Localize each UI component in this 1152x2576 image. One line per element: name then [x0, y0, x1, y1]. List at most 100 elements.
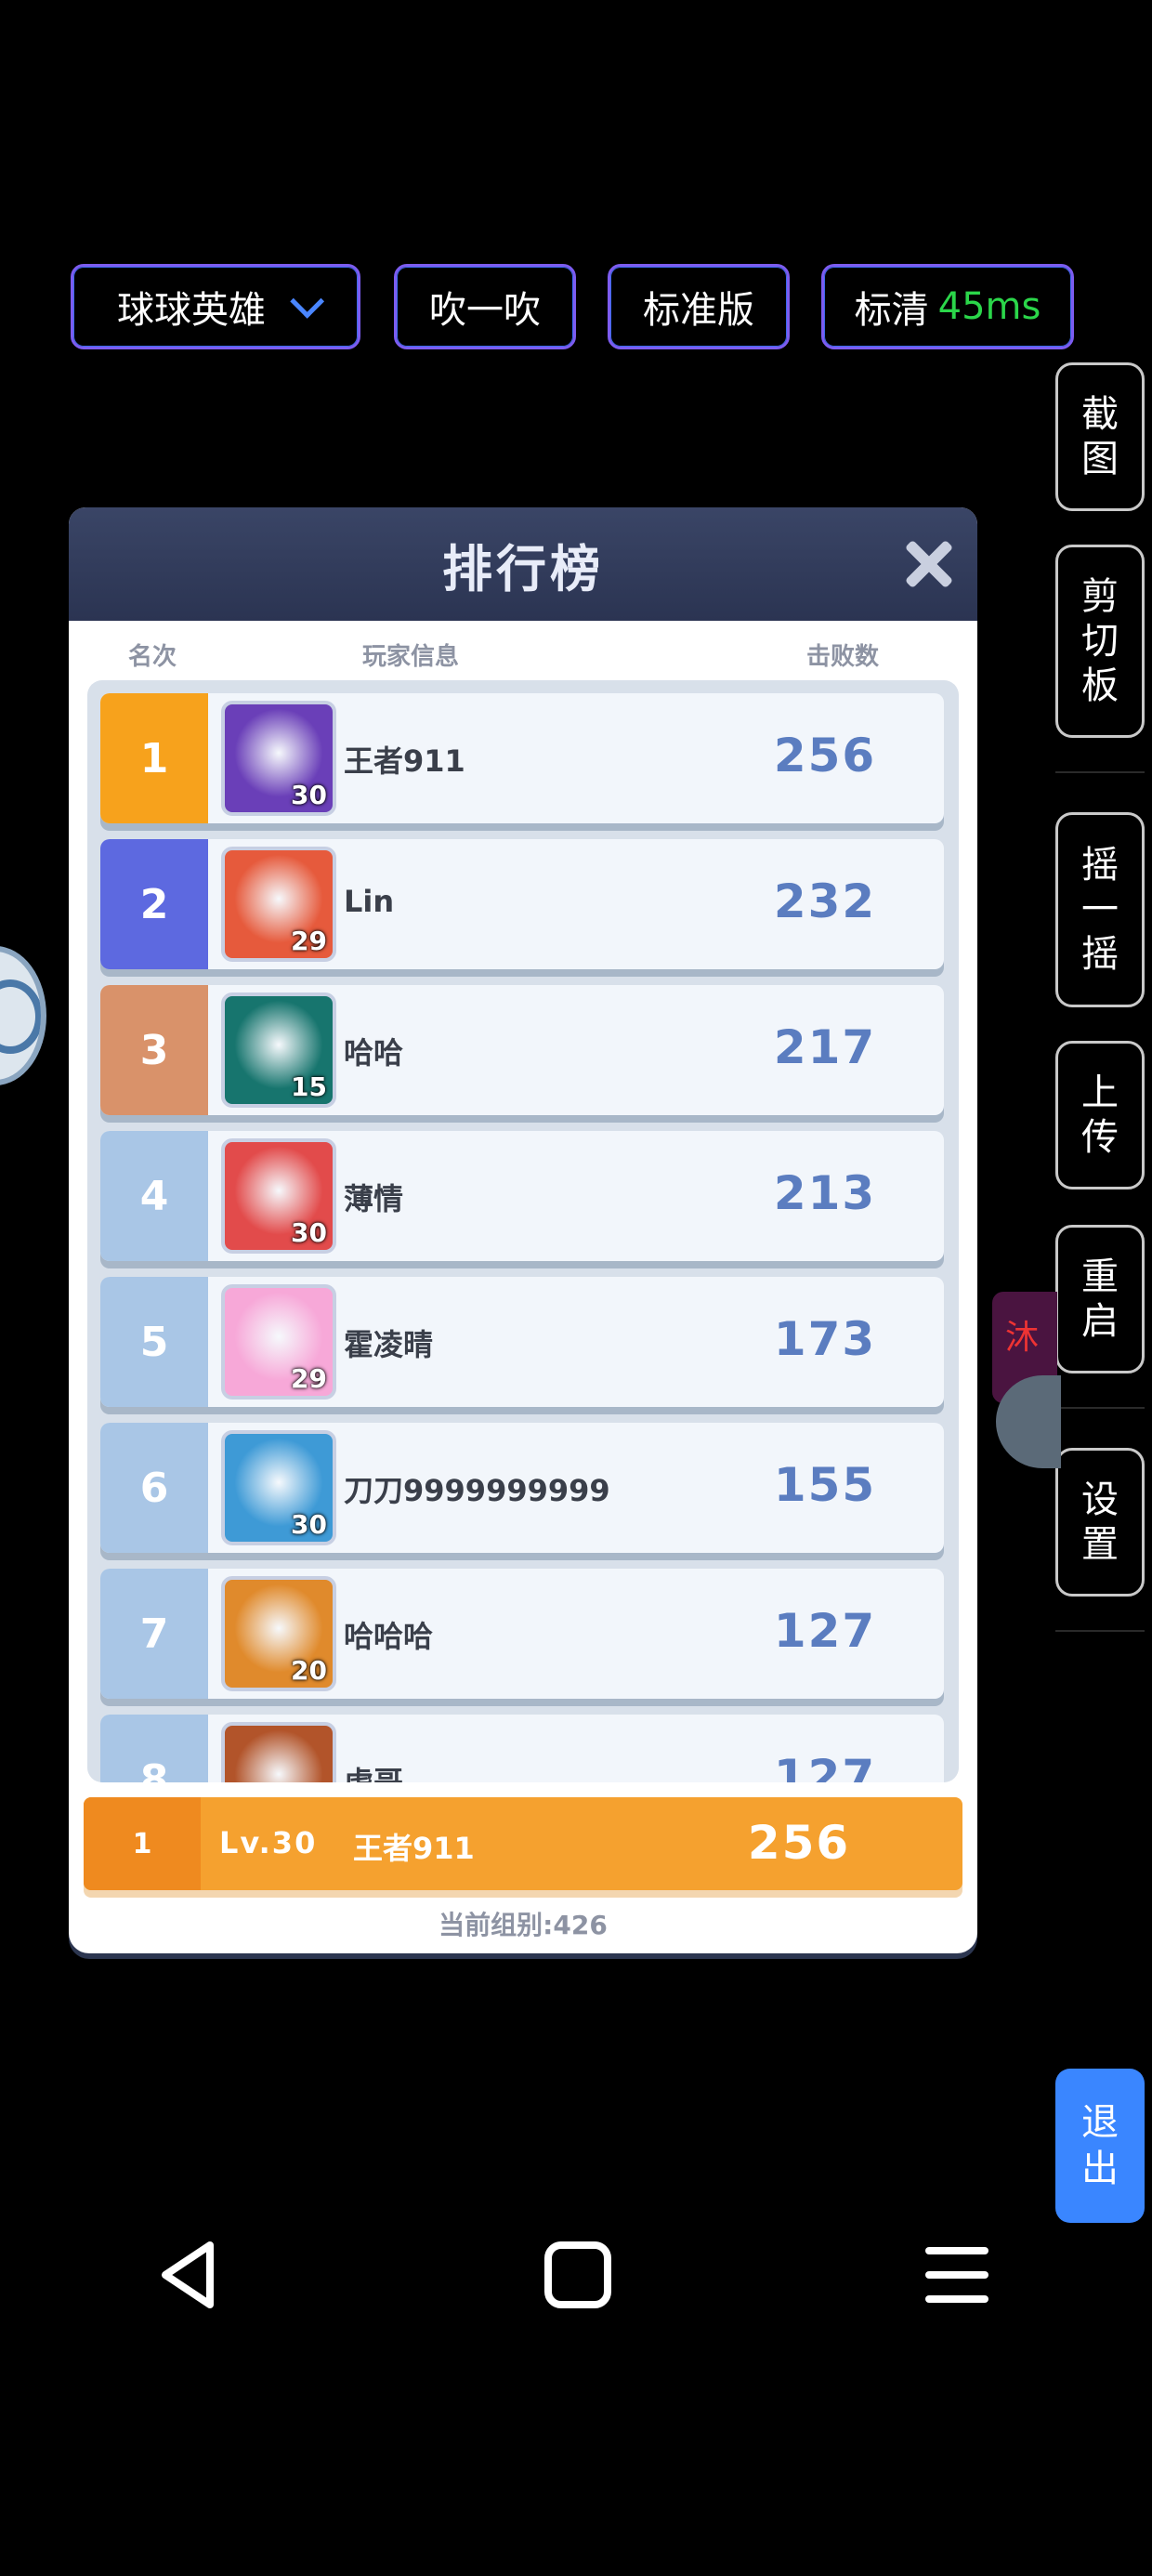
exit-char-1: 退 — [1081, 2101, 1119, 2144]
avatar-level: 30 — [291, 780, 327, 810]
avatar-level: 29 — [291, 1363, 327, 1394]
rank-badge: 5 — [100, 1277, 208, 1407]
leaderboard-row[interactable]: 2 29 Lin 232 — [100, 839, 944, 969]
latency-value: 45ms — [937, 285, 1041, 328]
player-avatar: 20 — [221, 1576, 336, 1691]
quality-button[interactable]: 标清 45ms — [821, 264, 1074, 349]
player-avatar: 30 — [221, 701, 336, 816]
upload-button[interactable]: 上 传 — [1055, 1041, 1145, 1189]
settings-button[interactable]: 设 置 — [1055, 1448, 1145, 1597]
header-defeats: 击败数 — [806, 643, 880, 671]
current-group-text: 当前组别:426 — [439, 1910, 608, 1940]
leaderboard-title: 排行榜 — [442, 539, 604, 598]
edition-label: 标准版 — [643, 289, 754, 332]
rank-badge: 6 — [100, 1423, 208, 1553]
player-score: 217 — [773, 1020, 877, 1074]
restart-char-2: 启 — [1081, 1300, 1119, 1343]
side-divider — [1055, 1630, 1145, 1632]
my-rank-row: 1 Lv.30 王者911 256 — [84, 1797, 962, 1890]
quality-label: 标清 — [854, 289, 929, 332]
side-divider — [1055, 1407, 1145, 1409]
player-score: 232 — [773, 874, 877, 928]
game-select-label: 球球英雄 — [117, 289, 266, 332]
clipboard-char-2: 切 — [1081, 620, 1119, 663]
player-name: 薄情 — [344, 1181, 404, 1216]
leaderboard-row[interactable]: 6 30 刀刀9999999999 155 — [100, 1423, 944, 1553]
player-name: Lin — [344, 884, 395, 919]
player-name: 王者911 — [344, 743, 465, 779]
side-tab-text: 沐 — [1005, 1319, 1040, 1357]
edition-button[interactable]: 标准版 — [608, 264, 790, 349]
player-score: 173 — [773, 1312, 877, 1366]
restart-button[interactable]: 重 启 — [1055, 1225, 1145, 1373]
player-avatar: 30 — [221, 1138, 336, 1254]
avatar-level: 30 — [291, 1509, 327, 1540]
player-score: 127 — [773, 1604, 877, 1658]
player-avatar — [221, 1722, 336, 1782]
rank-badge: 8 — [100, 1715, 208, 1782]
leaderboard-list[interactable]: 1 30 王者911 256 2 29 Lin 232 3 15 哈哈 2 1 7 … — [87, 680, 959, 1782]
clipboard-button[interactable]: 剪 切 板 — [1055, 545, 1145, 738]
blow-button[interactable]: 吹一吹 — [394, 264, 576, 349]
upload-char-1: 上 — [1081, 1071, 1119, 1114]
rank-badge: 2 — [100, 839, 208, 969]
player-avatar: 30 — [221, 1430, 336, 1545]
avatar-level: 30 — [291, 1217, 327, 1248]
leaderboard-row[interactable]: 7 20 哈哈哈 127 — [100, 1569, 944, 1699]
leaderboard-panel: 排行榜 名次 玩家信息 击败数 1 30 王者911 256 2 29 Lin … — [69, 507, 977, 1953]
player-name: 哈哈 — [344, 1035, 404, 1071]
exit-char-2: 出 — [1081, 2148, 1119, 2190]
my-rank: 1 — [84, 1797, 201, 1890]
leaderboard-row[interactable]: 4 30 薄情 213 — [100, 1131, 944, 1261]
restart-char-1: 重 — [1081, 1255, 1119, 1298]
player-avatar: 29 — [221, 1284, 336, 1400]
home-icon[interactable] — [541, 2238, 615, 2312]
leaderboard-row[interactable]: 5 29 霍凌晴 173 — [100, 1277, 944, 1407]
avatar-level: 20 — [291, 1655, 327, 1686]
leaderboard-row[interactable]: 8 虎哥 127 — [100, 1715, 944, 1782]
leaderboard-row[interactable]: 3 15 哈哈 217 — [100, 985, 944, 1115]
exit-button[interactable]: 退 出 — [1055, 2069, 1145, 2223]
menu-icon[interactable] — [920, 2238, 994, 2312]
game-select-dropdown[interactable]: 球球英雄 — [71, 264, 360, 349]
clipboard-char-3: 板 — [1081, 664, 1119, 707]
player-score: 256 — [773, 729, 877, 782]
side-divider — [1055, 771, 1145, 773]
rank-badge: 7 — [100, 1569, 208, 1699]
leaderboard-header: 排行榜 — [69, 507, 977, 621]
ring-icon — [0, 979, 41, 1054]
header-player: 玩家信息 — [362, 643, 460, 671]
screenshot-char-1: 截 — [1081, 393, 1119, 436]
player-score: 155 — [773, 1458, 877, 1512]
avatar-level: 15 — [291, 1071, 327, 1102]
screenshot-button[interactable]: 截 图 — [1055, 362, 1145, 511]
rank-badge: 1 — [100, 693, 208, 823]
chevron-down-icon — [290, 283, 325, 319]
player-name: 哈哈哈 — [344, 1619, 434, 1654]
shake-char-1: 摇 — [1081, 844, 1119, 887]
settings-char-1: 设 — [1081, 1479, 1119, 1521]
shake-char-2: 一 — [1081, 888, 1119, 931]
player-name: 霍凌晴 — [344, 1327, 434, 1362]
player-avatar: 15 — [221, 992, 336, 1108]
column-headers: 名次 玩家信息 击败数 — [69, 621, 977, 680]
clipboard-char-1: 剪 — [1081, 575, 1119, 618]
floating-joystick-button[interactable] — [0, 946, 46, 1085]
rank-badge: 4 — [100, 1131, 208, 1261]
player-score: 127 — [773, 1750, 877, 1782]
blow-label: 吹一吹 — [429, 289, 541, 332]
settings-char-2: 置 — [1081, 1523, 1119, 1566]
rank-badge: 3 — [100, 985, 208, 1115]
close-icon[interactable] — [905, 541, 951, 587]
leaderboard-row[interactable]: 1 30 王者911 256 — [100, 693, 944, 823]
shake-button[interactable]: 摇 一 摇 — [1055, 812, 1145, 1007]
avatar-level: 29 — [291, 926, 327, 956]
my-name: 王者911 — [353, 1831, 475, 1866]
player-name: 虎哥 — [344, 1765, 404, 1782]
player-avatar: 29 — [221, 847, 336, 962]
shake-char-3: 摇 — [1081, 933, 1119, 976]
back-icon[interactable] — [152, 2238, 227, 2312]
upload-char-2: 传 — [1081, 1116, 1119, 1159]
player-name: 刀刀9999999999 — [344, 1473, 610, 1508]
header-rank: 名次 — [128, 643, 177, 671]
